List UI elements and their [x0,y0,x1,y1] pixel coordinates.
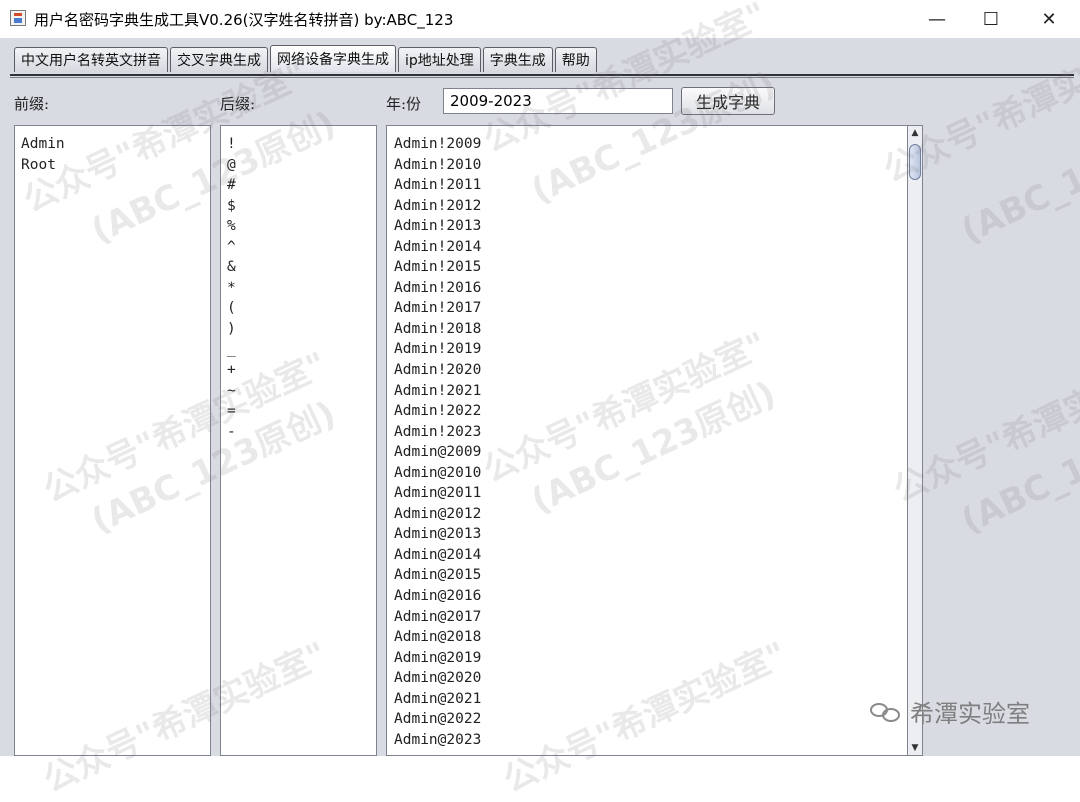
output-line: Admin@2017 [394,608,482,625]
tab-dictionary-generate[interactable]: 字典生成 [482,47,553,72]
suffix-line: ( [227,300,236,317]
window-title: 用户名密码字典生成工具V0.26(汉字姓名转拼音) by:ABC_123 [34,11,454,29]
tab-divider [10,74,1074,76]
tab-ip-processing[interactable]: ip地址处理 [398,47,481,72]
output-line: Admin!2014 [394,238,482,255]
output-line: Admin@2009 [394,444,482,461]
output-line: Admin@2013 [394,526,482,543]
suffix-line: - [227,423,236,440]
output-line: Admin!2018 [394,320,482,337]
scrollbar-thumb[interactable] [909,144,921,180]
suffix-line: ) [227,320,236,337]
output-line: Admin@2015 [394,567,482,584]
tab-bar: 中文用户名转英文拼音 交叉字典生成 网络设备字典生成 ip地址处理 字典生成 帮… [14,45,597,74]
output-textarea[interactable]: Admin!2009 Admin!2010 Admin!2011 Admin!2… [386,125,908,756]
scroll-up-arrow-icon[interactable]: ▲ [908,126,922,140]
output-line: Admin@2012 [394,505,482,522]
tab-network-device-dictionary[interactable]: 网络设备字典生成 [270,45,396,72]
year-range-input[interactable]: 2009-2023 [443,88,673,114]
prefix-line: Admin [21,136,65,152]
output-line: Admin@2014 [394,546,482,563]
output-line: Admin!2021 [394,382,482,399]
suffix-line: + [227,362,236,379]
output-line: Admin@2010 [394,464,482,481]
suffix-label: 后缀: [220,95,256,113]
maximize-button[interactable]: ☐ [964,0,1018,38]
output-line: Admin!2010 [394,156,482,173]
tab-help[interactable]: 帮助 [554,47,597,72]
suffix-line: ^ [227,238,236,255]
output-line: Admin!2023 [394,423,482,440]
output-line: Admin@2016 [394,588,482,605]
wechat-account-label: 希潭实验室 [910,700,1030,728]
suffix-line: = [227,403,236,420]
suffix-line: & [227,259,236,276]
generate-dictionary-button[interactable]: 生成字典 [681,87,775,115]
output-scrollbar[interactable]: ▲ ▼ [908,125,923,756]
output-line: Admin!2012 [394,197,482,214]
wechat-icon [870,701,902,723]
output-line: Admin@2023 [394,731,482,748]
year-label: 年:份 [386,95,422,113]
output-line: Admin@2011 [394,485,482,502]
tab-cross-dictionary[interactable]: 交叉字典生成 [170,47,268,72]
prefix-line: Root [21,156,56,173]
java-app-icon [10,10,26,26]
output-line: Admin@2018 [394,629,482,646]
output-line: Admin@2020 [394,670,482,687]
suffix-line: ~ [227,382,236,399]
tab-divider-shadow [10,77,1074,78]
tab-chinese-to-pinyin[interactable]: 中文用户名转英文拼音 [14,47,168,72]
suffix-line: % [227,218,236,235]
main-panel: 中文用户名转英文拼音 交叉字典生成 网络设备字典生成 ip地址处理 字典生成 帮… [0,38,1080,756]
suffix-line: # [227,177,236,194]
output-line: Admin!2011 [394,177,482,194]
output-line: Admin!2013 [394,218,482,235]
close-button[interactable]: ✕ [1022,0,1076,38]
prefix-textarea[interactable]: Admin Root [14,125,211,756]
suffix-line: ! [227,136,236,152]
minimize-button[interactable]: — [910,0,964,38]
output-line: Admin@2019 [394,649,482,666]
prefix-label: 前缀: [14,95,50,113]
output-line: Admin!2017 [394,300,482,317]
output-line: Admin!2019 [394,341,482,358]
title-bar: 用户名密码字典生成工具V0.26(汉字姓名转拼音) by:ABC_123 — ☐… [0,0,1080,39]
output-line: Admin!2009 [394,136,482,152]
output-line: Admin!2016 [394,279,482,296]
output-line: Admin!2015 [394,259,482,276]
scroll-down-arrow-icon[interactable]: ▼ [908,741,922,755]
suffix-line: * [227,279,236,296]
output-line: Admin!2022 [394,403,482,420]
output-line: Admin@2022 [394,711,482,728]
suffix-line: $ [227,197,236,214]
suffix-line: @ [227,156,236,173]
suffix-textarea[interactable]: ! @ # $ % ^ & * ( ) _ + ~ = - [220,125,377,756]
output-line: Admin@2021 [394,690,482,707]
output-line: Admin!2020 [394,362,482,379]
suffix-line: _ [227,341,236,358]
wechat-watermark: 希潭实验室 [870,694,1030,729]
